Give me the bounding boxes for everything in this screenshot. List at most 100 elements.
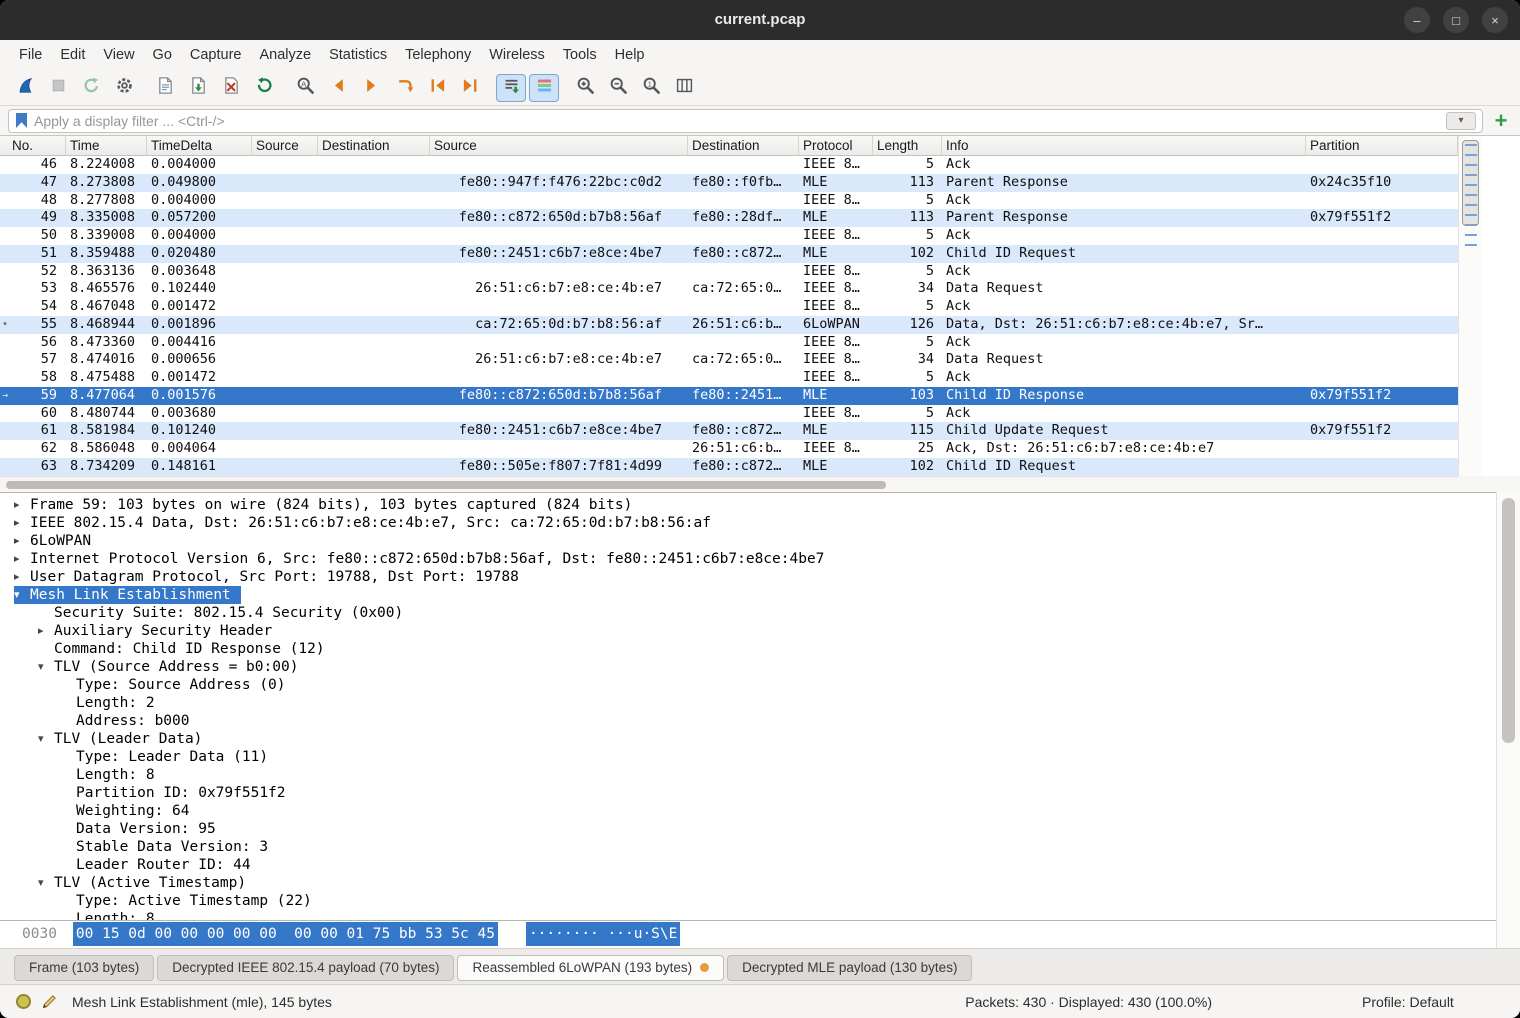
tree-collapsed-icon[interactable]: ▸ [14,514,30,532]
packet-row-60[interactable]: 608.4807440.003680IEEE 8…5Ack [0,405,1458,423]
maximize-button[interactable]: □ [1443,7,1469,33]
close-file-button[interactable] [216,74,246,102]
menu-go[interactable]: Go [144,40,181,70]
packet-list-horizontal-scrollbar[interactable] [0,476,1458,492]
detail-line[interactable]: ▸Internet Protocol Version 6, Src: fe80:… [0,550,1496,568]
filter-bookmark-icon[interactable] [16,113,27,128]
detail-line[interactable]: Data Version: 95 [0,820,1496,838]
packet-row-48[interactable]: 488.2778080.004000IEEE 8…5Ack [0,192,1458,210]
packet-row-49[interactable]: 498.3350080.057200fe80::c872:650d:b7b8:5… [0,209,1458,227]
menu-wireless[interactable]: Wireless [480,40,554,70]
column-header-info[interactable]: Info [942,136,1306,155]
tree-expanded-icon[interactable]: ▾ [38,730,54,748]
detail-line[interactable]: Address: b000 [0,712,1496,730]
detail-line[interactable]: Type: Leader Data (11) [0,748,1496,766]
column-header-destination[interactable]: Destination [318,136,430,155]
byte-view-tab[interactable]: Decrypted IEEE 802.15.4 payload (70 byte… [157,955,454,981]
next-packet-button[interactable] [356,74,386,102]
capture-comment-pencil-icon[interactable] [41,993,58,1010]
reload-button[interactable] [249,74,279,102]
detail-line[interactable]: Type: Source Address (0) [0,676,1496,694]
menu-view[interactable]: View [94,40,143,70]
menu-statistics[interactable]: Statistics [320,40,396,70]
packet-row-61[interactable]: 618.5819840.101240fe80::2451:c6b7:e8ce:4… [0,422,1458,440]
auto-scroll-button[interactable] [496,74,526,102]
detail-line[interactable]: Length: 2 [0,694,1496,712]
packet-row-63[interactable]: 638.7342090.148161fe80::505e:f807:7f81:4… [0,458,1458,476]
packet-row-55[interactable]: 55•8.4689440.001896ca:72:65:0d:b7:b8:56:… [0,316,1458,334]
packet-row-47[interactable]: 478.2738080.049800fe80::947f:f476:22bc:c… [0,174,1458,192]
byte-view-tab[interactable]: Frame (103 bytes) [14,955,154,981]
tree-collapsed-icon[interactable]: ▸ [14,532,30,550]
detail-line[interactable]: Command: Child ID Response (12) [0,640,1496,658]
detail-line[interactable]: Partition ID: 0x79f551f2 [0,784,1496,802]
filter-input-wrap[interactable]: ▾ [8,109,1483,133]
tree-collapsed-icon[interactable]: ▸ [38,622,54,640]
details-vertical-scrollbar[interactable] [1496,492,1520,948]
packet-row-58[interactable]: 588.4754880.001472IEEE 8…5Ack [0,369,1458,387]
previous-packet-button[interactable] [323,74,353,102]
minimize-button[interactable]: – [1404,7,1430,33]
filter-input[interactable] [34,113,1439,129]
packet-row-56[interactable]: 568.4733600.004416IEEE 8…5Ack [0,334,1458,352]
packet-list-vertical-scrollbar[interactable] [1458,136,1482,476]
open-file-button[interactable] [150,74,180,102]
detail-line[interactable]: Length: 8 [0,910,1496,920]
detail-line[interactable]: ▾TLV (Source Address = b0:00) [0,658,1496,676]
packet-row-59[interactable]: 59→8.4770640.001576fe80::c872:650d:b7b8:… [0,387,1458,405]
menu-tools[interactable]: Tools [554,40,606,70]
column-header-length[interactable]: Length [873,136,942,155]
detail-line[interactable]: ▸User Datagram Protocol, Src Port: 19788… [0,568,1496,586]
column-header-partition[interactable]: Partition [1306,136,1458,155]
zoom-out-button[interactable] [603,74,633,102]
packet-row-46[interactable]: 468.2240080.004000IEEE 8…5Ack [0,156,1458,174]
expert-info-icon[interactable] [16,994,31,1009]
tree-expanded-icon[interactable]: ▾ [38,874,54,892]
column-header-source[interactable]: Source [430,136,688,155]
packet-row-51[interactable]: 518.3594880.020480fe80::2451:c6b7:e8ce:4… [0,245,1458,263]
detail-line[interactable]: ▸6LoWPAN [0,532,1496,550]
add-filter-button[interactable]: + [1490,110,1512,132]
packet-row-62[interactable]: 628.5860480.00406426:51:c6:b…IEEE 8…25Ac… [0,440,1458,458]
scrollbar-thumb[interactable] [1502,498,1515,743]
detail-line[interactable]: Length: 8 [0,766,1496,784]
menu-help[interactable]: Help [606,40,654,70]
packet-row-54[interactable]: 548.4670480.001472IEEE 8…5Ack [0,298,1458,316]
detail-line[interactable]: Security Suite: 802.15.4 Security (0x00) [0,604,1496,622]
detail-line[interactable]: ▾TLV (Leader Data) [0,730,1496,748]
column-header-timedelta[interactable]: TimeDelta [147,136,252,155]
scrollbar-thumb[interactable] [1462,140,1479,226]
titlebar[interactable]: current.pcap –□× [0,0,1520,40]
close-button[interactable]: × [1482,7,1508,33]
detail-line[interactable]: ▾Mesh Link Establishment [0,586,1496,604]
status-profile[interactable]: Profile: Default [1362,994,1504,1010]
tree-expanded-icon[interactable]: ▾ [38,658,54,676]
byte-view-tab[interactable]: Decrypted MLE payload (130 bytes) [727,955,972,981]
menu-file[interactable]: File [10,40,51,70]
stop-capture-button[interactable] [43,74,73,102]
detail-line[interactable]: Weighting: 64 [0,802,1496,820]
detail-line[interactable]: ▸Auxiliary Security Header [0,622,1496,640]
tree-expanded-icon[interactable]: ▾ [14,586,30,604]
byte-view-tab[interactable]: Reassembled 6LoWPAN (193 bytes) [457,955,724,981]
tree-collapsed-icon[interactable]: ▸ [14,550,30,568]
resize-columns-button[interactable] [669,74,699,102]
packet-row-50[interactable]: 508.3390080.004000IEEE 8…5Ack [0,227,1458,245]
tree-collapsed-icon[interactable]: ▸ [14,496,30,514]
save-file-button[interactable] [183,74,213,102]
column-header-no-[interactable]: No. [0,136,66,155]
scrollbar-thumb[interactable] [6,481,886,489]
detail-line[interactable]: ▾TLV (Active Timestamp) [0,874,1496,892]
column-header-time[interactable]: Time [66,136,147,155]
menu-edit[interactable]: Edit [51,40,94,70]
packet-row-53[interactable]: 538.4655760.10244026:51:c6:b7:e8:ce:4b:e… [0,280,1458,298]
capture-options-button[interactable] [109,74,139,102]
packet-row-57[interactable]: 578.4740160.00065626:51:c6:b7:e8:ce:4b:e… [0,351,1458,369]
detail-line[interactable]: ▸Frame 59: 103 bytes on wire (824 bits),… [0,496,1496,514]
colorize-button[interactable] [529,74,559,102]
first-packet-button[interactable] [422,74,452,102]
find-packet-button[interactable]: A [290,74,320,102]
column-header-source[interactable]: Source [252,136,318,155]
column-header-destination[interactable]: Destination [688,136,799,155]
detail-line[interactable]: Type: Active Timestamp (22) [0,892,1496,910]
